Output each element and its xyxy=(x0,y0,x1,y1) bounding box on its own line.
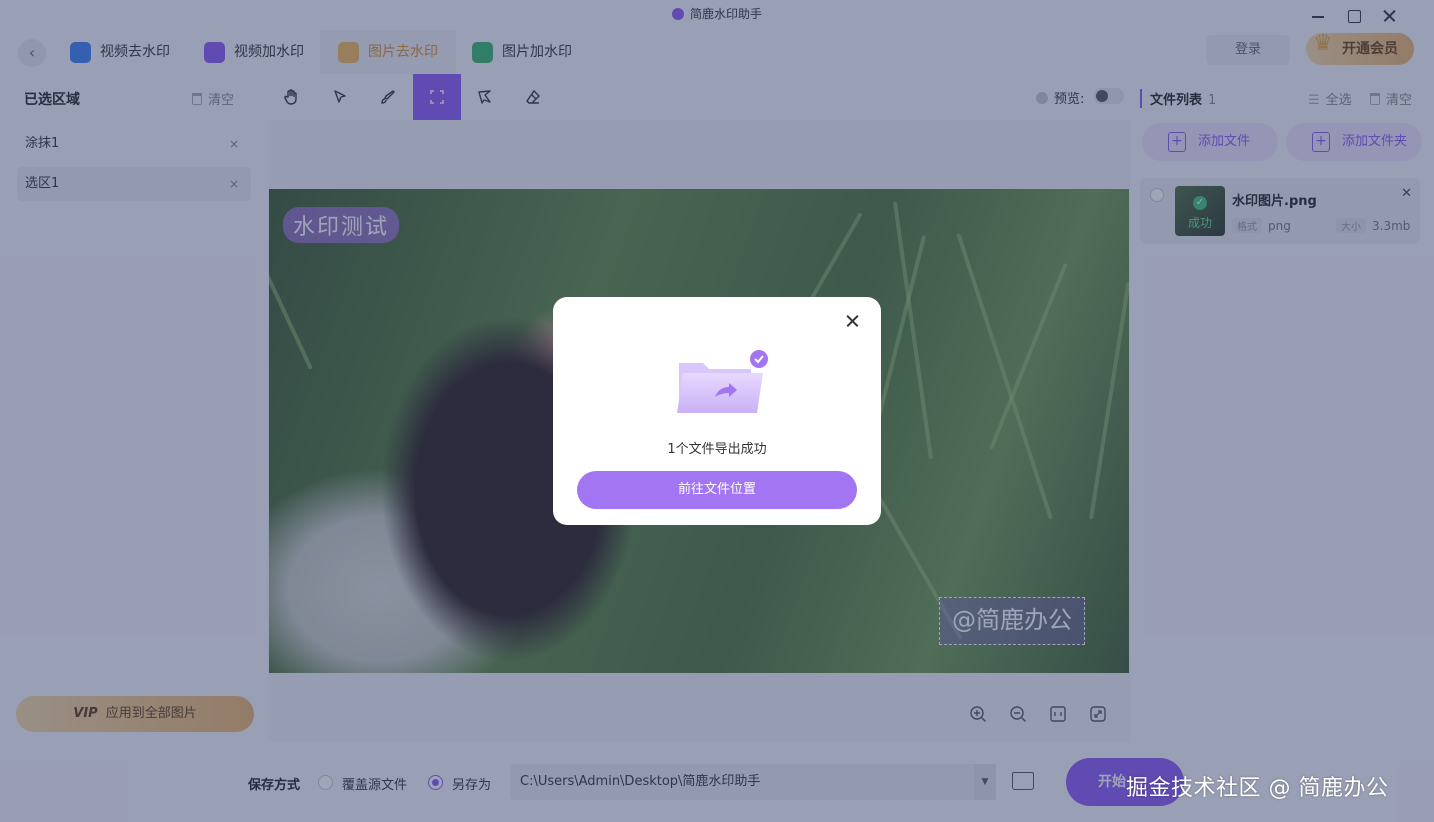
close-icon[interactable] xyxy=(843,311,863,331)
export-message: 1个文件导出成功 xyxy=(667,442,767,457)
footer-credit: 掘金技术社区 @ 简鹿办公 xyxy=(1126,776,1389,801)
export-success-dialog: 1个文件导出成功 前往文件位置 xyxy=(553,297,881,525)
folder-success-icon xyxy=(675,349,771,425)
open-file-location-button[interactable]: 前往文件位置 xyxy=(577,471,857,509)
